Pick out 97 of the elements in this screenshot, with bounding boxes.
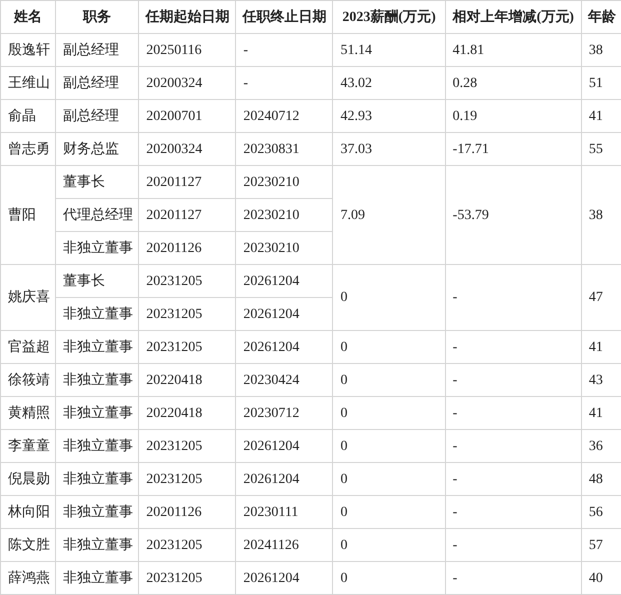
- column-header: 任职终止日期: [236, 0, 333, 34]
- table-cell: 20231205: [138, 528, 236, 562]
- table-cell: 徐筱靖: [0, 364, 56, 396]
- table-cell: 非独立董事: [56, 364, 139, 396]
- table-cell: 20230831: [236, 132, 333, 166]
- table-cell: -: [445, 496, 582, 528]
- table-cell: 副总经理: [56, 66, 139, 100]
- table-cell: 7.09: [332, 166, 446, 264]
- table-cell: -: [445, 264, 582, 330]
- table-cell: 副总经理: [56, 34, 139, 66]
- table-cell: 0: [332, 562, 446, 594]
- table-cell: 20241126: [236, 528, 333, 562]
- table-cell: 20230712: [236, 396, 333, 430]
- table-cell: 0: [332, 396, 446, 430]
- column-header: 任期起始日期: [138, 0, 236, 34]
- table-cell: -: [445, 528, 582, 562]
- table-cell: 0: [332, 528, 446, 562]
- column-header: 职务: [56, 0, 139, 34]
- table-cell: 20261204: [236, 430, 333, 462]
- table-cell: 20231205: [138, 562, 236, 594]
- column-header: 年龄: [581, 0, 621, 34]
- table-cell: -: [445, 330, 582, 364]
- table-cell: 20201126: [138, 232, 236, 264]
- table-cell: 20230210: [236, 166, 333, 198]
- table-cell: 20200324: [138, 66, 236, 100]
- table-cell: 20201126: [138, 496, 236, 528]
- table-cell: 非独立董事: [56, 528, 139, 562]
- table-cell: 非独立董事: [56, 496, 139, 528]
- column-header: 2023薪酬(万元): [332, 0, 446, 34]
- table-cell: 董事长: [56, 166, 139, 198]
- table-cell: 20201127: [138, 198, 236, 232]
- table-cell: -53.79: [445, 166, 582, 264]
- table-cell: 0: [332, 364, 446, 396]
- table-cell: 陈文胜: [0, 528, 56, 562]
- column-header: 相对上年增减(万元): [445, 0, 582, 34]
- table-cell: 非独立董事: [56, 298, 139, 330]
- table-cell: 51.14: [332, 34, 446, 66]
- table-cell: 曾志勇: [0, 132, 56, 166]
- table-cell: 0: [332, 496, 446, 528]
- table-cell: 殷逸轩: [0, 34, 56, 66]
- table-cell: 0: [332, 264, 446, 330]
- table-cell: 黄精照: [0, 396, 56, 430]
- table-cell: 李童童: [0, 430, 56, 462]
- table-cell: 20261204: [236, 562, 333, 594]
- table-cell: 20261204: [236, 330, 333, 364]
- table-cell: -: [445, 396, 582, 430]
- table-cell: 0.28: [445, 66, 582, 100]
- table-cell: -: [445, 462, 582, 496]
- table-cell: 20231205: [138, 264, 236, 298]
- table-cell: 41.81: [445, 34, 582, 66]
- table-cell: -: [236, 34, 333, 66]
- table-cell: 20231205: [138, 298, 236, 330]
- table-cell: 20231205: [138, 430, 236, 462]
- table-cell: 20231205: [138, 330, 236, 364]
- table-cell: 0: [332, 430, 446, 462]
- table-cell: -: [445, 430, 582, 462]
- table-cell: 官益超: [0, 330, 56, 364]
- table-cell: -: [236, 66, 333, 100]
- table-cell: 0: [332, 330, 446, 364]
- table-cell: 俞晶: [0, 100, 56, 132]
- table-cell: 20200701: [138, 100, 236, 132]
- table-cell: 薛鸿燕: [0, 562, 56, 594]
- table-cell: 副总经理: [56, 100, 139, 132]
- table-cell: -: [445, 364, 582, 396]
- table-cell: 20240712: [236, 100, 333, 132]
- table-cell: 姚庆喜: [0, 264, 56, 330]
- table-cell: 20230111: [236, 496, 333, 528]
- table-cell: 代理总经理: [56, 198, 139, 232]
- table-cell: 20261204: [236, 462, 333, 496]
- table-cell: 20231205: [138, 462, 236, 496]
- table-cell: 20220418: [138, 396, 236, 430]
- table-cell: 20230424: [236, 364, 333, 396]
- table-cell: 非独立董事: [56, 430, 139, 462]
- table-cell: 20250116: [138, 34, 236, 66]
- table-cell: 非独立董事: [56, 562, 139, 594]
- table-cell: 43.02: [332, 66, 446, 100]
- table-cell: 董事长: [56, 264, 139, 298]
- table-cell: -: [445, 562, 582, 594]
- table-cell: 非独立董事: [56, 462, 139, 496]
- table-cell: -17.71: [445, 132, 582, 166]
- table-cell: 非独立董事: [56, 330, 139, 364]
- table-cell: 20220418: [138, 364, 236, 396]
- table-cell: 0.19: [445, 100, 582, 132]
- table-cell: 0: [332, 462, 446, 496]
- table-cell: 20200324: [138, 132, 236, 166]
- table-cell: 20201127: [138, 166, 236, 198]
- table-cell: 王维山: [0, 66, 56, 100]
- table-cell: 倪晨勋: [0, 462, 56, 496]
- table-cell: 非独立董事: [56, 232, 139, 264]
- table-cell: 林向阳: [0, 496, 56, 528]
- table-cell: 42.93: [332, 100, 446, 132]
- table-cell: 37.03: [332, 132, 446, 166]
- table-cell: 曹阳: [0, 166, 56, 264]
- column-header: 姓名: [0, 0, 56, 34]
- table-cell: 非独立董事: [56, 396, 139, 430]
- table-cell: 20261204: [236, 264, 333, 298]
- table-cell: 财务总监: [56, 132, 139, 166]
